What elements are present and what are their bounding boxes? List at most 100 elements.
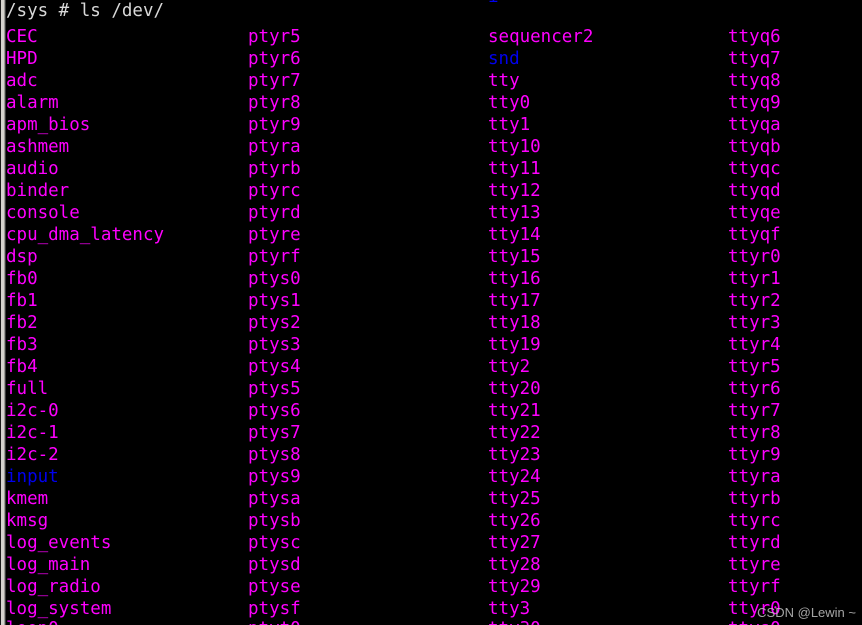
dev-entry: fb0 [6, 269, 38, 289]
dev-entry: tty13 [488, 203, 541, 223]
dev-entry: fb2 [6, 313, 38, 333]
dev-entry: ttyqa [728, 115, 781, 135]
ls-row: kmsg ptysb tty26 ttyrc [0, 510, 862, 532]
dev-entry: fb1 [6, 291, 38, 311]
ls-row: fb0 ptys0 tty16 ttyr1 [0, 268, 862, 290]
partial-bottom-entry-1: loop0 [6, 618, 59, 625]
dev-entry: tty12 [488, 181, 541, 201]
dev-entry: HPD [6, 49, 38, 69]
dev-entry: ptyra [248, 137, 301, 157]
dev-entry: ttyra [728, 467, 781, 487]
dev-entry: ptyrf [248, 247, 301, 267]
partial-bottom-row: loop0 ptyt0 tty30 ttys0 [0, 618, 862, 625]
dev-entry: i2c-0 [6, 401, 59, 421]
dev-entry: tty20 [488, 379, 541, 399]
dev-entry: snd [488, 49, 520, 69]
dev-entry: ptys1 [248, 291, 301, 311]
dev-entry: ttyr1 [728, 269, 781, 289]
dev-entry: ptys0 [248, 269, 301, 289]
dev-entry: tty24 [488, 467, 541, 487]
terminal-screen[interactable]: i /sys # ls /dev/ CECptyr5sequencer2ttyq… [0, 0, 862, 625]
dev-entry: tty21 [488, 401, 541, 421]
dev-entry: tty10 [488, 137, 541, 157]
dev-entry: ptyre [248, 225, 301, 245]
partial-bottom-entry-2: ptyt0 [248, 618, 301, 625]
ls-row: i2c-0 ptys6 tty21 ttyr7 [0, 400, 862, 422]
dev-entry: CEC [6, 27, 38, 47]
dev-entry: ttyq6 [728, 27, 781, 47]
dev-entry: tty18 [488, 313, 541, 333]
dev-entry: ttyr4 [728, 335, 781, 355]
dev-entry: ptysa [248, 489, 301, 509]
dev-entry: i2c-2 [6, 445, 59, 465]
dev-entry: ptysf [248, 599, 301, 619]
dev-entry: ptyr7 [248, 71, 301, 91]
dev-entry: tty19 [488, 335, 541, 355]
dev-entry: kmsg [6, 511, 49, 531]
dev-entry: ptys2 [248, 313, 301, 333]
partial-bottom-entry-3: tty30 [488, 618, 541, 625]
dev-entry: tty28 [488, 555, 541, 575]
dev-entry: log_main [6, 555, 91, 575]
dev-entry: log_radio [6, 577, 101, 597]
dev-entry: ptys4 [248, 357, 301, 377]
dev-entry: ttyr0 [728, 247, 781, 267]
partial-bottom-entry-4: ttys0 [728, 618, 781, 625]
dev-entry: tty3 [488, 599, 531, 619]
ls-row: ashmem ptyra tty10 ttyqb [0, 136, 862, 158]
dev-entry: ttyqd [728, 181, 781, 201]
dev-entry: tty27 [488, 533, 541, 553]
ls-row: adc ptyr7 tty ttyq8 [0, 70, 862, 92]
dev-entry: ptysd [248, 555, 301, 575]
dev-entry: input [6, 467, 59, 487]
dev-entry: ttyr3 [728, 313, 781, 333]
dev-entry: tty26 [488, 511, 541, 531]
dev-entry: ptyrb [248, 159, 301, 179]
dev-entry: ttyr6 [728, 379, 781, 399]
dev-entry: tty14 [488, 225, 541, 245]
ls-row: kmem ptysa tty25 ttyrb [0, 488, 862, 510]
dev-entry: kmem [6, 489, 49, 509]
ls-row: dsp ptyrf tty15 ttyr0 [0, 246, 862, 268]
dev-entry: ptyrd [248, 203, 301, 223]
dev-entry: tty1 [488, 115, 531, 135]
dev-entry: tty15 [488, 247, 541, 267]
dev-entry: ptyrc [248, 181, 301, 201]
ls-row: log_events ptysc tty27 ttyrd [0, 532, 862, 554]
ls-row: alarm ptyr8 tty0 ttyq9 [0, 92, 862, 114]
dev-entry: tty [488, 71, 520, 91]
dev-entry: tty23 [488, 445, 541, 465]
dev-entry: tty11 [488, 159, 541, 179]
dev-entry: fb3 [6, 335, 38, 355]
window-left-edge [0, 0, 6, 625]
dev-entry: console [6, 203, 80, 223]
dev-entry: full [6, 379, 49, 399]
terminal-window[interactable]: i /sys # ls /dev/ CECptyr5sequencer2ttyq… [0, 0, 862, 625]
dev-entry: fb4 [6, 357, 38, 377]
dev-entry: tty0 [488, 93, 531, 113]
dev-entry: log_events [6, 533, 112, 553]
dev-entry: cpu_dma_latency [6, 225, 165, 245]
dev-entry: ptys7 [248, 423, 301, 443]
ls-row: log_system ptysf tty3 ttyr0 [0, 598, 862, 620]
dev-entry: apm_bios [6, 115, 91, 135]
ls-row: apm_bios ptyr9 tty1 ttyqa [0, 114, 862, 136]
dev-entry: ttyr8 [728, 423, 781, 443]
dev-entry: ttyrc [728, 511, 781, 531]
ls-row: binder ptyrc tty12 ttyqd [0, 180, 862, 202]
dev-entry: ptysb [248, 511, 301, 531]
ls-row: fb2 ptys2 tty18 ttyr3 [0, 312, 862, 334]
dev-entry: sequencer2 [488, 27, 594, 47]
dev-entry: ttyre [728, 555, 781, 575]
dev-entry: log_system [6, 599, 112, 619]
dev-entry: audio [6, 159, 59, 179]
dev-entry: ttyqc [728, 159, 781, 179]
dev-entry: ptys6 [248, 401, 301, 421]
dev-entry: ptyr5 [248, 27, 301, 47]
dev-entry: tty16 [488, 269, 541, 289]
ls-row: fb1 ptys1 tty17 ttyr2 [0, 290, 862, 312]
dev-entry: ttyrf [728, 577, 781, 597]
dev-entry: tty22 [488, 423, 541, 443]
dev-entry: adc [6, 71, 38, 91]
ls-row: CEC ptyr5 sequencer2 ttyq6 [0, 26, 862, 48]
